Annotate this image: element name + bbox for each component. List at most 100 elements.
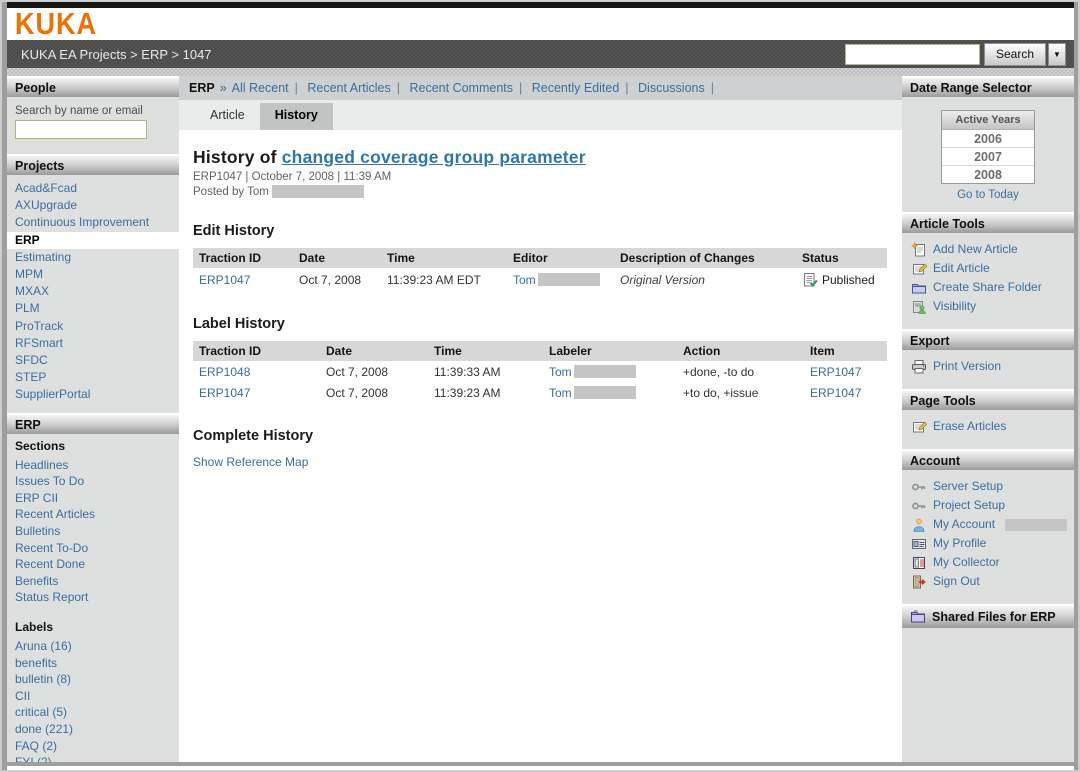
column-header: Item (804, 341, 887, 361)
sidebar-label-link[interactable]: FYI (2) (7, 754, 179, 762)
sidebar-label-link[interactable]: CII (7, 688, 179, 705)
account-item[interactable]: Server Setup (902, 477, 1074, 496)
kuka-logo: KUKA (15, 7, 97, 42)
labeler-link[interactable]: Tom (549, 365, 572, 379)
article-tools-list: Add New Article Edit Article Create Shar… (902, 233, 1074, 329)
item-link[interactable]: ERP1047 (810, 386, 861, 400)
traction-id-link[interactable]: ERP1048 (199, 365, 250, 379)
sidebar-section-link[interactable]: Issues To Do (7, 473, 179, 490)
project-nav-link[interactable]: Discussions (638, 81, 705, 95)
texture-divider (7, 68, 1074, 76)
collector-icon (911, 555, 927, 571)
search-input[interactable] (845, 44, 980, 65)
description-cell: Original Version (620, 273, 705, 287)
article-title-link[interactable]: changed coverage group parameter (282, 147, 586, 167)
sidebar-project-link[interactable]: PLM (7, 300, 179, 317)
sidebar-project-link[interactable]: SupplierPortal (7, 386, 179, 403)
sidebar-label-link[interactable]: FAQ (2) (7, 738, 179, 755)
sidebar-label-link[interactable]: bulletin (8) (7, 671, 179, 688)
key-icon (911, 479, 927, 495)
traction-id-link[interactable]: ERP1047 (199, 273, 250, 287)
sidebar-project-link[interactable]: STEP (7, 369, 179, 386)
sidebar-section-link[interactable]: Recent Articles (7, 506, 179, 523)
editor-link[interactable]: Tom (513, 273, 536, 287)
tab[interactable]: Article (195, 103, 260, 130)
action-cell: +done, -to do (677, 361, 804, 382)
sidebar-section-link[interactable]: Recent To-Do (7, 540, 179, 557)
tool-item[interactable]: Edit Article (902, 259, 1074, 278)
redacted-name-block (1005, 519, 1067, 531)
account-item[interactable]: My Profile (902, 534, 1074, 553)
item-link[interactable]: ERP1047 (810, 365, 861, 379)
account-item[interactable]: Sign Out (902, 572, 1074, 591)
project-nav-link[interactable]: Recent Comments (409, 81, 513, 95)
tab[interactable]: History (260, 103, 333, 130)
visibility-icon (911, 299, 927, 315)
labels-list: Aruna (16) benefits bulletin (8) CII cri… (7, 636, 179, 762)
projects-section-header: Projects (7, 154, 179, 175)
show-reference-map-link[interactable]: Show Reference Map (193, 455, 308, 469)
active-years-header: Active Years (942, 111, 1034, 130)
key-icon (911, 498, 927, 514)
sidebar-section-link[interactable]: ERP CII (7, 490, 179, 507)
tool-item[interactable]: Create Share Folder (902, 278, 1074, 297)
column-header: Date (293, 248, 381, 268)
labeler-link[interactable]: Tom (549, 386, 572, 400)
application-window: KUKA KUKA EA Projects > ERP > 1047 Searc… (0, 0, 1080, 772)
tool-item[interactable]: Print Version (902, 357, 1074, 376)
account-item[interactable]: Project Setup (902, 496, 1074, 515)
sidebar-project-link[interactable]: Estimating (7, 249, 179, 266)
tool-item[interactable]: Erase Articles (902, 417, 1074, 436)
column-header: Status (796, 248, 887, 268)
redacted-name-block (574, 386, 636, 399)
date-cell: Oct 7, 2008 (293, 268, 381, 291)
traction-id-link[interactable]: ERP1047 (199, 386, 250, 400)
year-cell[interactable]: 2006 (942, 130, 1034, 148)
sidebar-project-link[interactable]: RFSmart (7, 335, 179, 352)
people-search-input[interactable] (15, 120, 147, 139)
project-nav-link[interactable]: Recent Articles (307, 81, 390, 95)
folder-shared-icon (910, 609, 926, 625)
year-cell[interactable]: 2008 (942, 166, 1034, 183)
sidebar-section-link[interactable]: Bulletins (7, 523, 179, 540)
sidebar-section-link[interactable]: Status Report (7, 589, 179, 606)
account-item[interactable]: My Account (902, 515, 1074, 534)
sidebar-project-link[interactable]: Continuous Improvement (7, 214, 179, 231)
sidebar-project-link[interactable]: AXUpgrade (7, 197, 179, 214)
tool-item[interactable]: Visibility (902, 297, 1074, 316)
sidebar-project-link[interactable]: SFDC (7, 352, 179, 369)
project-nav-link[interactable]: Recently Edited (532, 81, 620, 95)
article-body: History of changed coverage group parame… (179, 130, 902, 471)
sidebar-label-link[interactable]: Aruna (16) (7, 638, 179, 655)
year-cell[interactable]: 2007 (942, 148, 1034, 166)
edit-history-header-row: Traction IDDateTimeEditorDescription of … (193, 248, 887, 268)
time-cell: 11:39:23 AM EDT (381, 268, 507, 291)
project-nav-link[interactable]: All Recent (232, 81, 289, 95)
sidebar-label-link[interactable]: done (221) (7, 721, 179, 738)
complete-history-heading: Complete History (193, 428, 886, 444)
page-tools-list: Erase Articles (902, 410, 1074, 449)
go-to-today-link[interactable]: Go to Today (902, 186, 1074, 203)
sidebar-project-link[interactable]: ERP (7, 232, 179, 249)
redacted-name-block (538, 273, 600, 286)
shared-files-header[interactable]: Shared Files for ERP (902, 604, 1074, 628)
sidebar-project-link[interactable]: Acad&Fcad (7, 180, 179, 197)
status-badge: Published (802, 272, 881, 288)
tool-item[interactable]: Add New Article (902, 240, 1074, 259)
sidebar-section-link[interactable]: Headlines (7, 457, 179, 474)
account-item[interactable]: My Collector (902, 553, 1074, 572)
sidebar-label-link[interactable]: critical (5) (7, 704, 179, 721)
breadcrumb: KUKA EA Projects > ERP > 1047 (21, 47, 212, 62)
label-history-table: Traction IDDateTimeLabelerActionItem ERP… (193, 341, 887, 403)
sidebar-project-link[interactable]: MXAX (7, 283, 179, 300)
sidebar-section-link[interactable]: Benefits (7, 573, 179, 590)
sidebar-label-link[interactable]: benefits (7, 655, 179, 672)
date-cell: Oct 7, 2008 (320, 361, 428, 382)
sidebar-project-link[interactable]: ProTrack (7, 318, 179, 335)
sidebar-section-link[interactable]: Recent Done (7, 556, 179, 573)
edit-history-row: ERP1047 Oct 7, 2008 11:39:23 AM EDT Tom … (193, 268, 887, 291)
page-title: History of changed coverage group parame… (193, 147, 886, 168)
search-button[interactable]: Search (984, 43, 1046, 66)
search-dropdown-button[interactable]: ▼ (1048, 43, 1066, 66)
sidebar-project-link[interactable]: MPM (7, 266, 179, 283)
